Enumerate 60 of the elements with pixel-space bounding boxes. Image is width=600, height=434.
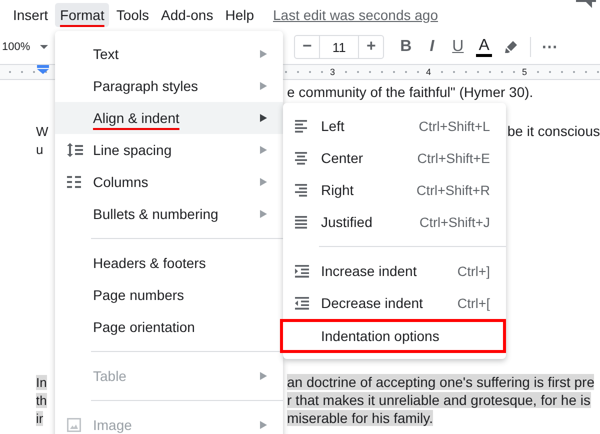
font-size-control[interactable]: − 11 + (294, 35, 384, 59)
indent-marker-icon[interactable] (37, 65, 49, 74)
align-icon (295, 152, 309, 164)
align-icon (295, 120, 309, 132)
shortcut-text: Ctrl+Shift+J (419, 214, 490, 230)
align-icon (295, 216, 309, 228)
line-spacing-icon (67, 143, 83, 157)
menu-item[interactable]: Headers & footers (55, 247, 283, 279)
document-text: u (36, 142, 44, 157)
document-text: W (36, 124, 48, 139)
menu-item[interactable]: Align & indent (55, 102, 283, 134)
menu-item[interactable]: Insert (8, 3, 54, 27)
menu-item[interactable]: Page numbers (55, 279, 283, 311)
menu-item[interactable]: Bullets & numbering (55, 198, 283, 230)
menu-item[interactable]: Page orientation (55, 311, 283, 343)
document-text: an doctrine of accepting one's suffering is first pre (287, 374, 594, 390)
highlighter-icon[interactable] (504, 40, 518, 54)
document-text: In (36, 375, 47, 390)
document-text: r that makes it unreliable and grotesque, for he is (287, 392, 591, 408)
menu-item[interactable]: Decrease indent Ctrl+[ (283, 287, 506, 319)
menu-item[interactable]: Paragraph styles (55, 70, 283, 102)
document-text: e community of the faithful" (Hymer 30). (287, 84, 534, 100)
menu-item[interactable]: Tools (111, 3, 154, 27)
document-text: th (36, 393, 47, 408)
document-text: ir (36, 411, 44, 426)
menu-item[interactable]: Help (220, 3, 259, 27)
menu-item[interactable]: Increase indent Ctrl+] (283, 255, 506, 287)
shortcut-text: Ctrl+Shift+E (417, 150, 490, 166)
menu-item[interactable]: Add-ons (156, 3, 218, 27)
image-icon (67, 418, 81, 432)
increase-font-button[interactable]: + (359, 36, 384, 58)
menu-item[interactable]: Justified Ctrl+Shift+J (283, 206, 506, 238)
decrease-font-button[interactable]: − (295, 36, 320, 58)
menu-item[interactable]: Center Ctrl+Shift+E (283, 142, 506, 174)
more-button[interactable]: ⋯ (535, 37, 564, 57)
align-icon (295, 184, 309, 196)
decrease-indent-icon (295, 296, 309, 310)
text-color-button[interactable]: A (476, 38, 492, 56)
columns-icon (67, 176, 81, 188)
shortcut-text: Ctrl+] (457, 264, 490, 278)
menu-item[interactable]: Right Ctrl+Shift+R (283, 174, 506, 206)
shortcut-text: Ctrl+Shift+R (416, 182, 490, 198)
menu-item[interactable]: Format (55, 3, 110, 27)
menu-item[interactable]: Columns (55, 166, 283, 198)
caret-icon (40, 45, 48, 49)
underline-button[interactable]: U (446, 38, 470, 56)
italic-button[interactable]: I (424, 38, 440, 56)
menu-item[interactable]: Left Ctrl+Shift+L (283, 110, 506, 142)
menu-item[interactable]: Line spacing (55, 134, 283, 166)
shortcut-text: Ctrl+[ (457, 296, 490, 310)
shortcut-text: Ctrl+Shift+L (418, 118, 490, 134)
increase-indent-icon (295, 264, 309, 278)
menu-item[interactable]: Text (55, 38, 283, 70)
document-text: be it conscious (507, 123, 600, 139)
last-edit-link[interactable]: Last edit was seconds ago (273, 7, 438, 23)
zoom-dropdown[interactable]: 100% (2, 41, 30, 53)
font-size-field[interactable]: 11 (319, 36, 360, 58)
bold-button[interactable]: B (394, 38, 418, 56)
menu-item[interactable]: Indentation options (280, 319, 506, 353)
document-text: miserable for his family. (287, 410, 434, 426)
